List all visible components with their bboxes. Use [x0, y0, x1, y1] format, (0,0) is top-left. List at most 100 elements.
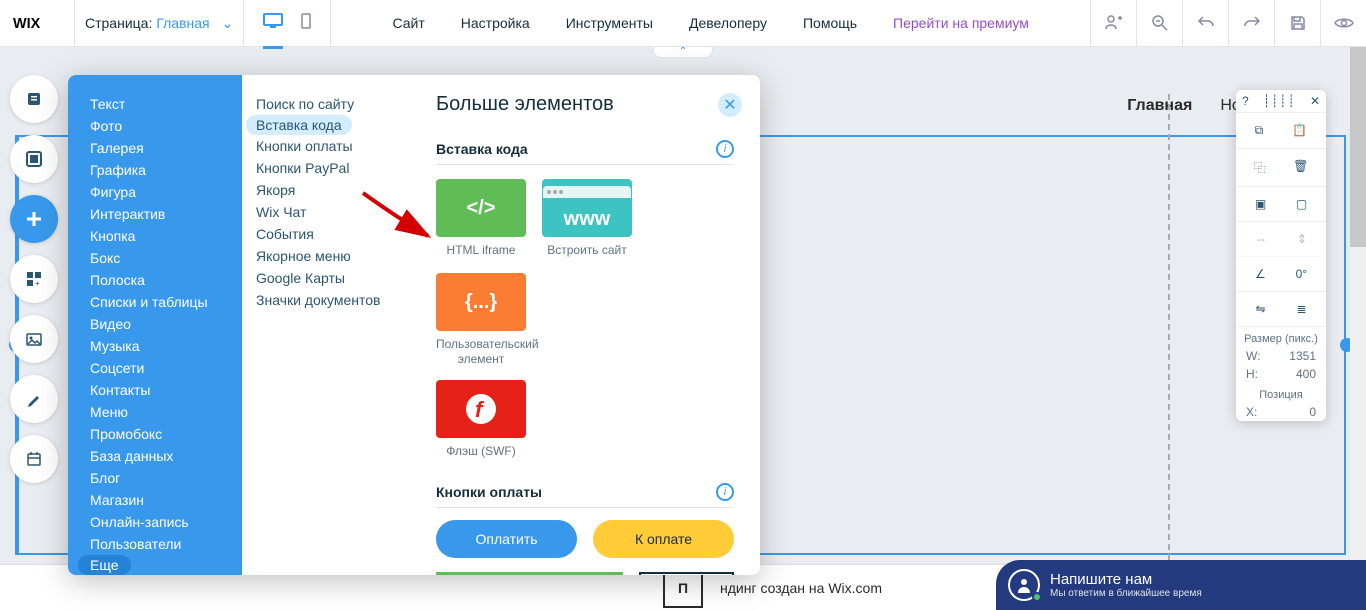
category-графика[interactable]: Графика	[68, 159, 242, 181]
subcategory-значки-документов[interactable]: Значки документов	[242, 289, 410, 311]
category-блог[interactable]: Блог	[68, 467, 242, 489]
page-selector[interactable]: Страница: Главная ⌄	[75, 15, 243, 32]
delete-icon[interactable]: 🗑	[1293, 159, 1308, 176]
menu-premium[interactable]: Перейти на премиум	[893, 15, 1029, 31]
save-icon[interactable]	[1274, 0, 1320, 46]
preview-icon[interactable]	[1320, 0, 1366, 46]
subcategory-якорное-меню[interactable]: Якорное меню	[242, 245, 410, 267]
category-контакты[interactable]: Контакты	[68, 379, 242, 401]
category-интерактив[interactable]: Интерактив	[68, 203, 242, 225]
close-icon[interactable]: ✕	[718, 93, 742, 117]
category-магазин[interactable]: Магазин	[68, 489, 242, 511]
category-бокс[interactable]: Бокс	[68, 247, 242, 269]
rail-apps-icon[interactable]: +	[10, 255, 58, 303]
category-меню[interactable]: Меню	[68, 401, 242, 423]
subcategory-вставка-кода[interactable]: Вставка кода	[246, 115, 352, 135]
align-h-icon: ⇔	[1255, 232, 1267, 246]
subcategory-wix-чат[interactable]: Wix Чат	[242, 201, 410, 223]
rail-media-icon[interactable]	[10, 315, 58, 363]
tile-embed-site[interactable]: www Встроить сайт	[542, 179, 632, 257]
undo-icon[interactable]	[1182, 0, 1228, 46]
menu-help[interactable]: Помощь	[803, 15, 857, 31]
chat-widget[interactable]: Напишите нам Мы ответим в ближайшее врем…	[996, 560, 1366, 610]
category-соцсети[interactable]: Соцсети	[68, 357, 242, 379]
help-icon[interactable]: ?	[1242, 94, 1249, 108]
subcategory-события[interactable]: События	[242, 223, 410, 245]
width-value[interactable]: 1351	[1289, 349, 1316, 363]
subcategory-list: Поиск по сайтуВставка кодаКнопки оплатыК…	[242, 75, 410, 575]
scrollbar-vertical[interactable]	[1350, 47, 1366, 610]
flip-h-icon[interactable]: ⇋	[1255, 302, 1265, 316]
menu-site[interactable]: Сайт	[392, 15, 424, 31]
paste-icon[interactable]: 📋	[1292, 123, 1307, 138]
category-фигура[interactable]: Фигура	[68, 181, 242, 203]
x-value[interactable]: 0	[1309, 405, 1316, 419]
rail-pages-icon[interactable]	[10, 75, 58, 123]
rail-add-icon[interactable]	[10, 195, 58, 243]
angle-icon[interactable]: ∠	[1255, 267, 1266, 281]
category-фото[interactable]: Фото	[68, 115, 242, 137]
close-icon[interactable]: ✕	[1310, 94, 1320, 108]
page-name: Главная	[156, 15, 209, 31]
user-icon[interactable]	[1090, 0, 1136, 46]
category-текст[interactable]: Текст	[68, 93, 242, 115]
svg-text:+: +	[35, 279, 40, 288]
subcategory-кнопки-paypal[interactable]: Кнопки PayPal	[242, 157, 410, 179]
left-rail: +	[10, 75, 58, 483]
category-полоска[interactable]: Полоска	[68, 269, 242, 291]
flash-icon: f	[436, 380, 526, 438]
pos-label: Позиция	[1236, 383, 1326, 403]
ruler-guide[interactable]	[1168, 94, 1170, 580]
pay-button-green[interactable]: ПОЛУЧИТЬ	[436, 572, 623, 575]
chat-title: Напишите нам	[1050, 571, 1202, 588]
category-списки-и-таблицы[interactable]: Списки и таблицы	[68, 291, 242, 313]
category-музыка[interactable]: Музыка	[68, 335, 242, 357]
embed-tiles: </> HTML iframe www Встроить сайт {...} …	[436, 179, 734, 366]
category-кнопка[interactable]: Кнопка	[68, 225, 242, 247]
zoom-icon[interactable]	[1136, 0, 1182, 46]
category-галерея[interactable]: Галерея	[68, 137, 242, 159]
redo-icon[interactable]	[1228, 0, 1274, 46]
device-toggle	[244, 0, 330, 49]
pay-button-blue[interactable]: Оплатить	[436, 520, 577, 558]
tile-custom-element[interactable]: {...} Пользовательский элемент	[436, 273, 526, 366]
subcategory-google-карты[interactable]: Google Карты	[242, 267, 410, 289]
send-back-icon[interactable]: ▢	[1296, 197, 1307, 211]
rail-bookings-icon[interactable]	[10, 435, 58, 483]
category-еще[interactable]: Еще	[78, 555, 131, 575]
subcategory-якоря[interactable]: Якоря	[242, 179, 410, 201]
pay-button-yellow[interactable]: К оплате	[593, 520, 734, 558]
category-база-данных[interactable]: База данных	[68, 445, 242, 467]
duplicate-icon[interactable]: ⿻	[1254, 159, 1266, 176]
braces-icon: {...}	[436, 273, 526, 331]
height-value[interactable]: 400	[1296, 367, 1316, 381]
nav-home[interactable]: Главная	[1127, 97, 1192, 115]
mobile-icon[interactable]	[301, 13, 311, 34]
tile-html-iframe[interactable]: </> HTML iframe	[436, 179, 526, 257]
properties-panel[interactable]: ? ┊┊┊┊ ✕ ⧉ 📋 ⿻ 🗑 ▣ ▢ ⇔ ⇕ ∠ 0° ⇋ ≣ Размер…	[1236, 90, 1326, 421]
info-icon[interactable]: i	[716, 483, 734, 501]
rail-background-icon[interactable]	[10, 135, 58, 183]
tile-flash[interactable]: f Флэш (SWF)	[436, 380, 526, 458]
info-icon[interactable]: i	[716, 140, 734, 158]
distribute-icon[interactable]: ≣	[1296, 302, 1306, 316]
copy-icon[interactable]: ⧉	[1255, 123, 1264, 138]
category-пользователи[interactable]: Пользователи	[68, 533, 242, 555]
panel-title: Больше элементов	[436, 93, 734, 116]
subcategory-кнопки-оплаты[interactable]: Кнопки оплаты	[242, 135, 410, 157]
category-онлайн-запись[interactable]: Онлайн-запись	[68, 511, 242, 533]
subcategory-поиск-по-сайту[interactable]: Поиск по сайту	[242, 93, 410, 115]
drag-handle-icon[interactable]: ┊┊┊┊	[1263, 94, 1296, 108]
bring-front-icon[interactable]: ▣	[1255, 197, 1266, 211]
rail-blog-icon[interactable]	[10, 375, 58, 423]
category-промобокс[interactable]: Промобокс	[68, 423, 242, 445]
wix-logo[interactable]: WIX	[0, 11, 74, 35]
top-menu: Сайт Настройка Инструменты Девелоперу По…	[331, 15, 1090, 31]
expand-caret[interactable]: ⌃	[653, 46, 713, 58]
category-видео[interactable]: Видео	[68, 313, 242, 335]
pay-button-outline[interactable]: Купить	[639, 572, 734, 575]
menu-dev[interactable]: Девелоперу	[689, 15, 767, 31]
menu-settings[interactable]: Настройка	[461, 15, 530, 31]
menu-tools[interactable]: Инструменты	[566, 15, 653, 31]
desktop-icon[interactable]	[263, 0, 283, 49]
